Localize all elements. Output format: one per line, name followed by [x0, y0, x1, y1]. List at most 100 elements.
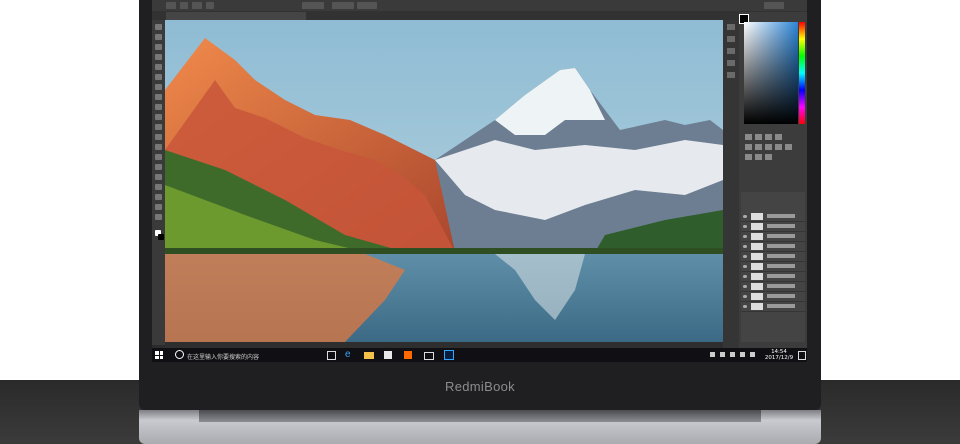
- gradient-tool-icon[interactable]: [155, 134, 162, 140]
- ps-option-button[interactable]: [764, 2, 784, 9]
- layer-row[interactable]: [741, 262, 805, 272]
- mi-icon[interactable]: [404, 351, 412, 359]
- ps-option-button[interactable]: [302, 2, 324, 9]
- layer-row[interactable]: [741, 222, 805, 232]
- adjustments-panel: [745, 134, 803, 174]
- move-tool-icon[interactable]: [155, 24, 162, 30]
- layer-row[interactable]: [741, 292, 805, 302]
- layer-row[interactable]: [741, 242, 805, 252]
- right-panels: [739, 12, 807, 348]
- vibrance-icon[interactable]: [745, 144, 752, 150]
- history-panel-icon[interactable]: [727, 24, 735, 30]
- menu-item[interactable]: [166, 2, 176, 9]
- eye-icon[interactable]: [743, 215, 747, 218]
- eye-icon[interactable]: [743, 265, 747, 268]
- photoshop-icon[interactable]: [444, 350, 454, 360]
- eye-icon[interactable]: [743, 305, 747, 308]
- shoreline: [165, 248, 723, 254]
- shape-tool-icon[interactable]: [155, 194, 162, 200]
- taskbar-search-input[interactable]: 在这里输入你要搜索的内容: [187, 352, 259, 361]
- eraser-tool-icon[interactable]: [155, 124, 162, 130]
- levels-icon[interactable]: [755, 134, 762, 140]
- exposure-icon[interactable]: [775, 134, 782, 140]
- hand-tool-icon[interactable]: [155, 204, 162, 210]
- layer-row[interactable]: [741, 212, 805, 222]
- volume-icon[interactable]: [730, 352, 735, 357]
- quick-select-tool-icon[interactable]: [155, 54, 162, 60]
- menu-item[interactable]: [206, 2, 214, 9]
- hue-sat-icon[interactable]: [755, 144, 762, 150]
- eye-icon[interactable]: [743, 275, 747, 278]
- posterize-icon[interactable]: [755, 154, 762, 160]
- layer-thumbnail: [751, 263, 763, 270]
- paragraph-panel-icon[interactable]: [727, 72, 735, 78]
- invert-icon[interactable]: [745, 154, 752, 160]
- windows-start-icon[interactable]: [155, 351, 163, 359]
- eye-icon[interactable]: [743, 255, 747, 258]
- keyboard-icon[interactable]: [750, 352, 755, 357]
- zoom-tool-icon[interactable]: [155, 214, 162, 220]
- dodge-tool-icon[interactable]: [155, 154, 162, 160]
- store-icon[interactable]: [384, 351, 392, 359]
- path-select-tool-icon[interactable]: [155, 184, 162, 190]
- input-method-icon[interactable]: [740, 352, 745, 357]
- brush-panel-icon[interactable]: [727, 48, 735, 54]
- system-tray: [710, 352, 760, 358]
- eye-icon[interactable]: [743, 225, 747, 228]
- healing-tool-icon[interactable]: [155, 84, 162, 90]
- threshold-icon[interactable]: [765, 154, 772, 160]
- background-color-swatch[interactable]: [158, 234, 164, 240]
- layer-thumbnail: [751, 273, 763, 280]
- hue-slider[interactable]: [799, 22, 805, 124]
- stamp-tool-icon[interactable]: [155, 104, 162, 110]
- mail-icon[interactable]: [424, 352, 434, 360]
- layer-row[interactable]: [741, 282, 805, 292]
- eye-icon[interactable]: [743, 235, 747, 238]
- menu-item[interactable]: [192, 2, 202, 9]
- brush-tool-icon[interactable]: [155, 94, 162, 100]
- color-balance-icon[interactable]: [765, 144, 772, 150]
- character-panel-icon[interactable]: [727, 60, 735, 66]
- layer-row[interactable]: [741, 252, 805, 262]
- pen-tool-icon[interactable]: [155, 164, 162, 170]
- layers-panel: [741, 192, 805, 342]
- layer-thumbnail: [751, 303, 763, 310]
- crop-tool-icon[interactable]: [155, 64, 162, 70]
- network-icon[interactable]: [720, 352, 725, 357]
- eye-icon[interactable]: [743, 285, 747, 288]
- tools-panel: [152, 20, 165, 345]
- layer-thumbnail: [751, 223, 763, 230]
- layer-row[interactable]: [741, 272, 805, 282]
- menu-item[interactable]: [180, 2, 188, 9]
- color-picker-field[interactable]: [744, 22, 798, 124]
- layer-name: [767, 234, 795, 238]
- layer-row[interactable]: [741, 232, 805, 242]
- lasso-tool-icon[interactable]: [155, 44, 162, 50]
- history-brush-tool-icon[interactable]: [155, 114, 162, 120]
- eyedropper-tool-icon[interactable]: [155, 74, 162, 80]
- taskbar-clock[interactable]: 14:54 2017/12/9: [764, 349, 794, 361]
- document-tab[interactable]: [166, 12, 306, 20]
- ps-option-button[interactable]: [332, 2, 354, 9]
- curves-icon[interactable]: [765, 134, 772, 140]
- eye-icon[interactable]: [743, 245, 747, 248]
- file-explorer-icon[interactable]: [364, 352, 374, 359]
- cortana-icon[interactable]: [175, 350, 184, 359]
- ps-option-button[interactable]: [357, 2, 377, 9]
- image-canvas[interactable]: [165, 20, 723, 342]
- bw-icon[interactable]: [775, 144, 782, 150]
- layer-row[interactable]: [741, 302, 805, 312]
- layer-thumbnail: [751, 233, 763, 240]
- type-tool-icon[interactable]: [155, 174, 162, 180]
- up-arrow-icon[interactable]: [710, 352, 715, 357]
- marquee-tool-icon[interactable]: [155, 34, 162, 40]
- edge-icon[interactable]: e: [345, 350, 355, 360]
- eye-icon[interactable]: [743, 295, 747, 298]
- blur-tool-icon[interactable]: [155, 144, 162, 150]
- photo-filter-icon[interactable]: [785, 144, 792, 150]
- layer-name: [767, 254, 795, 258]
- brightness-icon[interactable]: [745, 134, 752, 140]
- task-view-icon[interactable]: [327, 351, 336, 360]
- properties-panel-icon[interactable]: [727, 36, 735, 42]
- notification-icon[interactable]: [798, 351, 806, 360]
